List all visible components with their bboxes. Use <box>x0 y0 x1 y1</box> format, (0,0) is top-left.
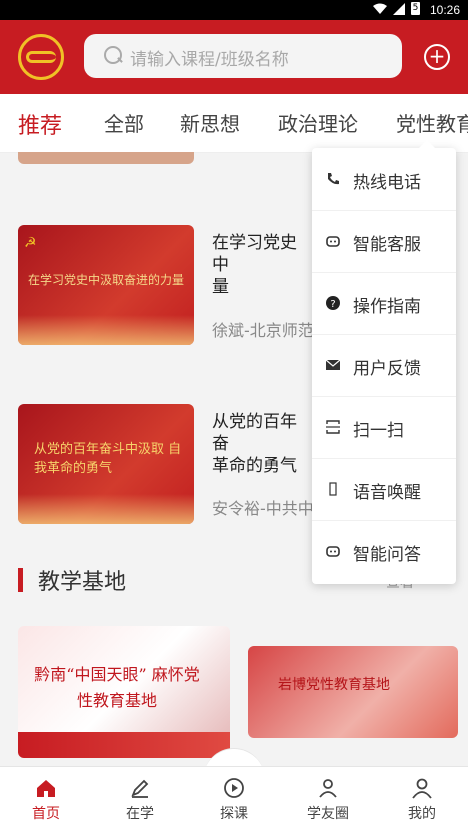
course-thumbnail-partial[interactable] <box>18 152 194 164</box>
menu-item-hotline[interactable]: 热线电话 <box>312 148 456 211</box>
category-tabs: 推荐 全部 新思想 政治理论 党性教育 <box>0 94 468 153</box>
search-bar[interactable]: 请输入课程/班级名称 <box>84 34 402 78</box>
course-title: 在学习党史中 量 <box>212 233 297 297</box>
menu-item-smart-service[interactable]: 智能客服 <box>312 210 456 273</box>
tab-political-theory[interactable]: 政治理论 <box>278 108 358 137</box>
nav-home-label: 首页 <box>32 806 60 822</box>
nav-friends[interactable]: 学友圈 <box>298 777 358 823</box>
menu-item-label: 智能问答 <box>353 545 421 565</box>
status-time: 10:26 <box>429 3 460 17</box>
gate-graphic <box>18 494 194 524</box>
thumbnail-text: 从党的百年奋斗中汲取 自我革命的勇气 <box>34 442 182 476</box>
nav-explore-label: 探课 <box>220 806 248 822</box>
menu-item-label: 扫一扫 <box>353 421 404 441</box>
course-title: 从党的百年奋 革命的勇气 <box>212 412 297 476</box>
thumbnail-text: 在学习党史中汲取奋进的力量 <box>27 273 184 287</box>
tab-party-education[interactable]: 党性教育 <box>396 108 468 137</box>
robot-icon <box>326 236 340 247</box>
nav-explore[interactable]: 探课 <box>204 777 264 823</box>
menu-item-label: 智能客服 <box>353 235 421 255</box>
signal-icon <box>393 2 405 15</box>
friends-icon <box>319 779 337 798</box>
nav-study-label: 在学 <box>126 806 154 822</box>
question-icon: ? <box>326 296 340 310</box>
menu-item-guide[interactable]: ? 操作指南 <box>312 272 456 335</box>
base-caption: 黔南“中国天眼” 麻怀党性教育基地 <box>34 665 200 710</box>
phone-icon <box>328 173 339 185</box>
battery-icon: 5 <box>411 2 420 15</box>
menu-item-label: 操作指南 <box>353 297 421 317</box>
user-icon <box>412 778 432 799</box>
play-icon <box>224 778 244 798</box>
status-bar: 5 10:26 <box>0 0 468 20</box>
course-thumbnail[interactable]: 从党的百年奋斗中汲取 自我革命的勇气 <box>18 404 194 524</box>
add-menu-button[interactable]: + <box>424 44 450 70</box>
popup-menu: 热线电话 智能客服 ? 操作指南 用户反馈 扫一扫 语音唤醒 智能问答 <box>312 140 456 584</box>
menu-item-label: 语音唤醒 <box>353 483 421 503</box>
menu-item-scan[interactable]: 扫一扫 <box>312 396 456 459</box>
tab-all[interactable]: 全部 <box>104 108 144 137</box>
skyline-graphic <box>18 315 194 345</box>
base-caption: 岩博党性教育基地 <box>278 677 390 693</box>
pencil-icon <box>131 779 149 798</box>
menu-item-feedback[interactable]: 用户反馈 <box>312 334 456 397</box>
course-teacher: 安令裕-中共中 <box>212 499 314 518</box>
tab-recommend[interactable]: 推荐 <box>18 108 62 140</box>
voice-icon <box>329 482 337 496</box>
search-input[interactable]: 请输入课程/班级名称 <box>130 45 289 70</box>
base-card[interactable]: 黔南“中国天眼” 麻怀党性教育基地 <box>18 626 230 758</box>
nav-profile[interactable]: 我的 <box>392 777 452 823</box>
svg-text:?: ? <box>330 299 335 310</box>
base-banner <box>18 732 230 758</box>
nav-profile-label: 我的 <box>408 806 436 822</box>
nav-home[interactable]: 首页 <box>16 777 76 823</box>
course-thumbnail[interactable]: ☭ 在学习党史中汲取奋进的力量 <box>18 225 194 345</box>
section-title: 教学基地 <box>38 570 127 595</box>
nav-friends-label: 学友圈 <box>307 806 349 822</box>
section-marker <box>18 568 23 592</box>
chat-robot-icon <box>326 546 340 557</box>
home-icon <box>37 780 55 797</box>
scan-icon <box>326 420 340 434</box>
mail-icon <box>325 359 341 370</box>
menu-item-smart-qa[interactable]: 智能问答 <box>312 520 456 582</box>
bottom-nav: 首页 在学 探课 学友圈 我的 <box>0 766 468 833</box>
menu-item-voice-wake[interactable]: 语音唤醒 <box>312 458 456 521</box>
party-emblem-icon: ☭ <box>24 235 37 251</box>
search-icon <box>104 46 122 64</box>
menu-item-label: 热线电话 <box>353 173 421 193</box>
wifi-icon <box>373 3 387 14</box>
course-teacher: 徐斌-北京师范 <box>212 321 314 340</box>
app-logo[interactable] <box>18 34 64 80</box>
nav-study[interactable]: 在学 <box>110 777 170 823</box>
base-card[interactable]: 岩博党性教育基地 <box>248 646 458 738</box>
menu-item-label: 用户反馈 <box>353 359 421 379</box>
tab-new-thought[interactable]: 新思想 <box>180 108 240 137</box>
app-header: 请输入课程/班级名称 + <box>0 20 468 94</box>
